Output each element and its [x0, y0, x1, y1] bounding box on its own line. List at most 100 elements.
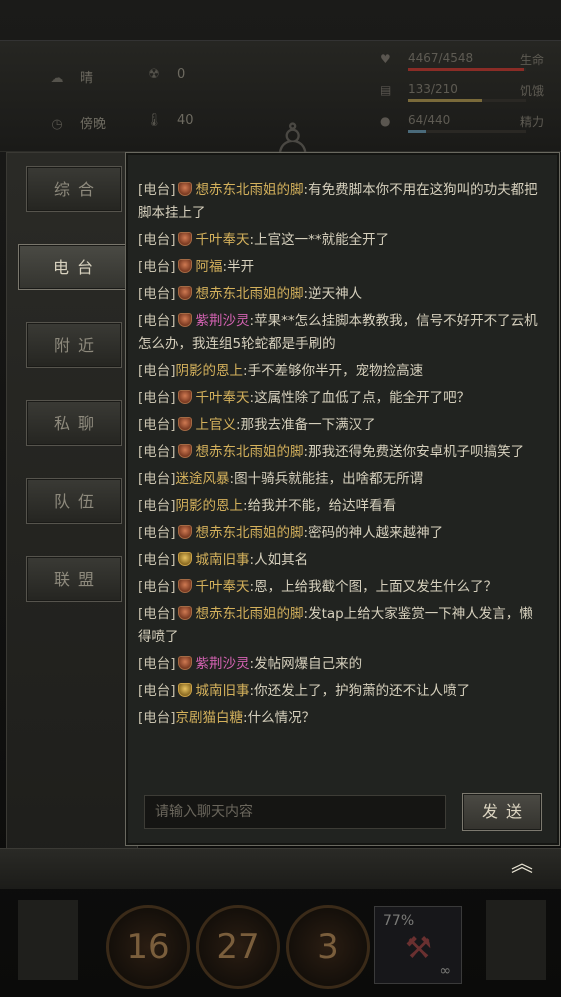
weapon-slot[interactable]: 77% ⚒ ∞: [374, 906, 462, 984]
send-button[interactable]: 发送: [462, 793, 542, 831]
tab-nearby[interactable]: 附近: [26, 322, 122, 368]
channel-tag: [电台]: [138, 710, 176, 726]
axe-icon: ⚒: [405, 931, 432, 966]
sender-name[interactable]: 城南旧事: [196, 683, 250, 699]
thermometer-icon: 🌡: [145, 113, 163, 128]
rank-badge-icon: [177, 232, 192, 246]
sender-name[interactable]: 想赤东北雨姐的脚: [196, 606, 304, 622]
channel-tag: [电台]: [138, 498, 176, 514]
sender-name[interactable]: 阴影的恩上: [176, 498, 244, 514]
chat-message: [电台] 千叶奉天:这属性除了血低了点，能全开了吧？: [138, 387, 542, 410]
energy-label: 精力: [519, 115, 544, 129]
temperature-stat: 🌡 40: [145, 113, 194, 128]
time-label: 傍晚: [80, 117, 107, 132]
skill-slot[interactable]: 3: [286, 905, 370, 989]
message-text: :那我去准备一下满汉了: [236, 417, 376, 433]
chat-input[interactable]: 请输入聊天内容: [144, 795, 446, 829]
sender-name[interactable]: 阿福: [196, 259, 223, 275]
temperature-value: 40: [177, 113, 194, 128]
sender-name[interactable]: 京剧猫白糖: [176, 710, 244, 726]
rank-badge-icon: [177, 552, 192, 566]
tab-private[interactable]: 私聊: [26, 400, 122, 446]
water-icon: ●: [380, 114, 391, 128]
ammo-count: ∞: [439, 963, 451, 979]
message-text: :发帖网爆自己来的: [249, 656, 363, 672]
chat-message: [电台] 千叶奉天:上官这一**就能全开了: [138, 229, 542, 252]
chat-message: [电台] 紫荆沙灵:苹果**怎么挂脚本教教我，信号不好开不了云机怎么办，我连组5轮…: [138, 310, 542, 356]
chat-message: [电台]京剧猫白糖:什么情况？: [138, 707, 542, 730]
sender-name[interactable]: 千叶奉天: [196, 579, 250, 595]
chat-collapse-bar: [0, 848, 561, 889]
skill-slot[interactable]: 27: [196, 905, 280, 989]
channel-tag: [电台]: [138, 656, 176, 672]
radiation-value: 0: [177, 67, 186, 82]
weapon-durability: 77%: [383, 913, 415, 929]
sender-name[interactable]: 千叶奉天: [196, 390, 250, 406]
chat-message: [电台] 想赤东北雨姐的脚:那我还得免费送你安卓机子呗搞笑了: [138, 441, 542, 464]
health-value: 4467/4548: [408, 51, 474, 65]
rank-badge-icon: [177, 313, 192, 327]
sender-name[interactable]: 城南旧事: [196, 552, 250, 568]
health-label: 生命: [519, 53, 544, 67]
chat-message: [电台] 想赤东北雨姐的脚:发tap上给大家鉴赏一下神人发言，懒得喷了: [138, 603, 542, 649]
channel-tag: [电台]: [138, 525, 176, 541]
channel-tag: [电台]: [138, 683, 176, 699]
channel-tag: [电台]: [138, 259, 176, 275]
message-text: :上官这一**就能全开了: [249, 232, 390, 248]
channel-tag: [电台]: [138, 471, 176, 487]
tab-team[interactable]: 队伍: [26, 478, 122, 524]
skill-slot[interactable]: 16: [106, 905, 190, 989]
message-text: :图十骑兵就能挂，出啥都无所谓: [229, 471, 424, 487]
sender-name[interactable]: 迷途风暴: [176, 471, 230, 487]
rank-badge-icon: [177, 525, 192, 539]
message-text: :半开: [222, 259, 255, 275]
sender-name[interactable]: 想赤东北雨姐的脚: [196, 525, 304, 541]
chat-message: [电台] 紫荆沙灵:发帖网爆自己来的: [138, 653, 542, 676]
chat-message: [电台] 想赤东北雨姐的脚:密码的神人越来越神了: [138, 522, 542, 545]
channel-tag: [电台]: [138, 286, 176, 302]
rank-badge-icon: [177, 683, 192, 697]
energy-value: 64/440: [408, 113, 451, 127]
left-arrow-icon: [18, 900, 78, 980]
chat-message: [电台]阴影的恩上:手不差够你半开，宠物捡高速: [138, 360, 542, 383]
message-text: :逆天神人: [303, 286, 363, 302]
message-text: :什么情况？: [243, 710, 316, 726]
channel-tag: [电台]: [138, 417, 176, 433]
channel-tag: [电台]: [138, 552, 176, 568]
time-stat: ◷ 傍晚: [48, 113, 106, 132]
food-icon: ▤: [380, 83, 392, 97]
tab-alliance[interactable]: 联盟: [26, 556, 122, 602]
channel-tag: [电台]: [138, 313, 176, 329]
sender-name[interactable]: 紫荆沙灵: [196, 313, 250, 329]
tab-general[interactable]: 综合: [26, 166, 122, 212]
channel-tag: [电台]: [138, 363, 176, 379]
sender-name[interactable]: 想赤东北雨姐的脚: [196, 286, 304, 302]
hunger-bar: ▤ 133/210 饥饿: [380, 82, 550, 104]
right-arrow-icon: [486, 900, 546, 980]
heart-icon: ♥: [380, 52, 391, 66]
chat-message-list[interactable]: [电台] 想赤东北雨姐的脚:有免费脚本你不用在这狗叫的功夫都把脚本挂上了 [电台] 千…: [138, 179, 542, 779]
cloud-sun-icon: ☁: [50, 71, 64, 86]
sender-name[interactable]: 千叶奉天: [196, 232, 250, 248]
message-text: :恩，上给我截个图，上面又发生什么了？: [249, 579, 498, 595]
chat-message: [电台] 想赤东北雨姐的脚:有免费脚本你不用在这狗叫的功夫都把脚本挂上了: [138, 179, 542, 225]
chat-message: [电台] 上官义:那我去准备一下满汉了: [138, 414, 542, 437]
sender-name[interactable]: 紫荆沙灵: [196, 656, 250, 672]
sender-name[interactable]: 阴影的恩上: [176, 363, 244, 379]
sender-name[interactable]: 想赤东北雨姐的脚: [196, 444, 304, 460]
sender-name[interactable]: 想赤东北雨姐的脚: [196, 182, 304, 198]
message-text: :这属性除了血低了点，能全开了吧？: [249, 390, 471, 406]
channel-tag: [电台]: [138, 182, 176, 198]
sender-name[interactable]: 上官义: [196, 417, 237, 433]
rank-badge-icon: [177, 579, 192, 593]
tab-radio[interactable]: 电台: [18, 244, 128, 290]
message-text: :密码的神人越来越神了: [303, 525, 444, 541]
weather-stat: ☁ 晴: [48, 67, 94, 86]
message-text: :给我并不能，给达咩看看: [243, 498, 397, 514]
message-text: :你还发上了，护狗萧的还不让人喷了: [249, 683, 471, 699]
double-chevron-up-icon[interactable]: ︽: [500, 850, 544, 880]
chat-message: [电台]阴影的恩上:给我并不能，给达咩看看: [138, 495, 542, 518]
chat-message: [电台] 城南旧事:你还发上了，护狗萧的还不让人喷了: [138, 680, 542, 703]
energy-bar: ● 64/440 精力: [380, 113, 550, 135]
chat-message: [电台] 城南旧事:人如其名: [138, 549, 542, 572]
